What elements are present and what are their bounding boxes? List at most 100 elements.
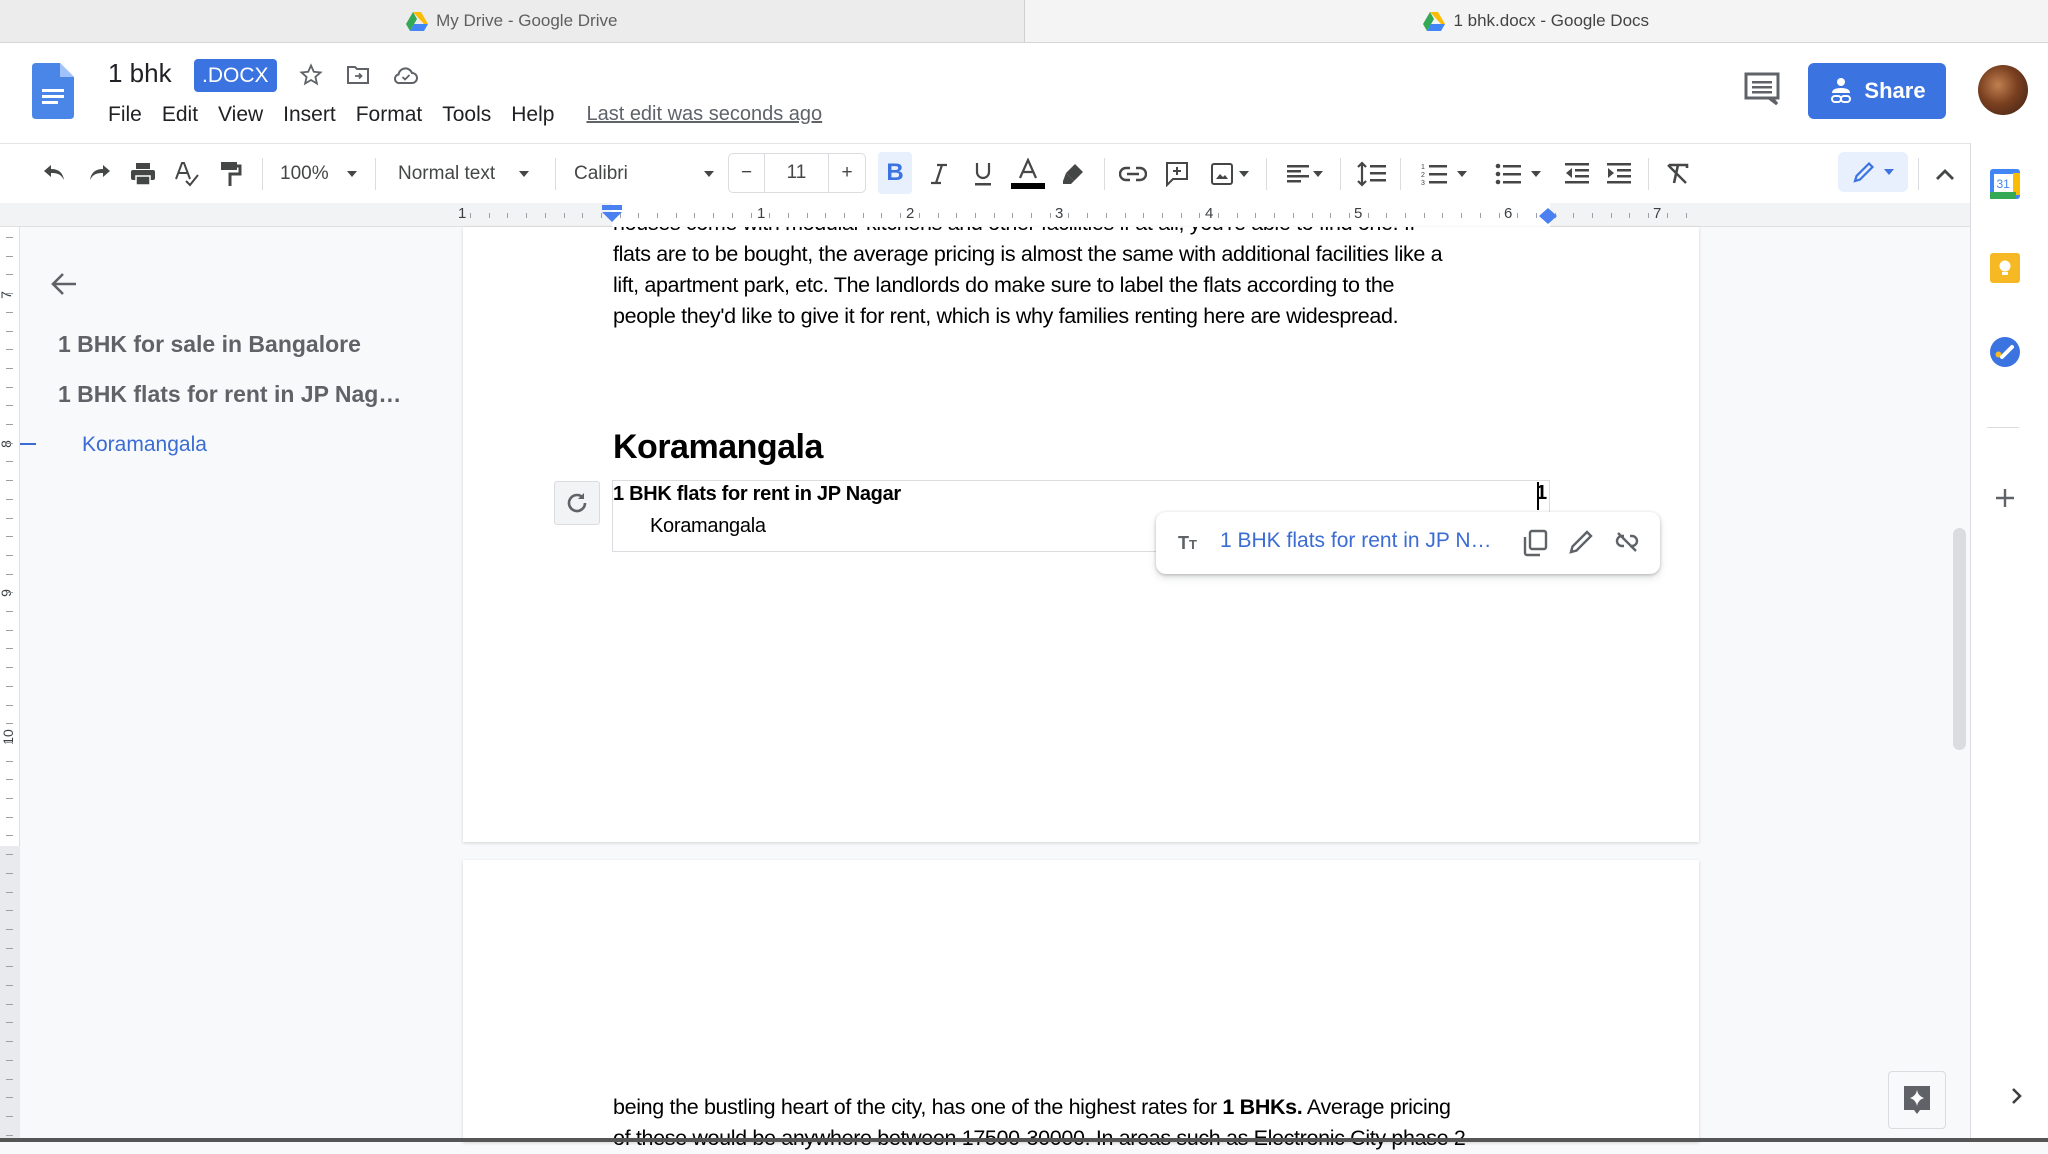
ruler-tick bbox=[1237, 213, 1238, 218]
vertical-scrollbar-thumb[interactable] bbox=[1953, 528, 1966, 750]
ruler-tick bbox=[919, 213, 920, 218]
vertical-ruler-tick bbox=[6, 349, 13, 350]
decrease-indent-icon bbox=[1565, 162, 1589, 186]
browser-tab-docs[interactable]: 1 bhk.docx - Google Docs bbox=[1024, 0, 2048, 42]
menu-file[interactable]: File bbox=[108, 103, 152, 127]
ruler-tick bbox=[1480, 213, 1481, 218]
undo-icon bbox=[42, 164, 68, 184]
heading-koramangala[interactable]: Koramangala bbox=[613, 428, 823, 467]
chevron-down-icon bbox=[1457, 171, 1467, 177]
remove-link-button[interactable] bbox=[1614, 529, 1642, 557]
ruler-tick bbox=[1442, 213, 1443, 218]
style-value: Normal text bbox=[398, 163, 495, 185]
outline-item-jp-nagar[interactable]: 1 BHK flats for rent in JP Nag… bbox=[58, 381, 401, 408]
text-run: being the bustling heart of the city, ha… bbox=[613, 1095, 1222, 1119]
browser-tab-drive[interactable]: My Drive - Google Drive bbox=[0, 0, 1024, 42]
star-icon[interactable] bbox=[297, 61, 325, 89]
decrease-font-size-button[interactable]: − bbox=[729, 154, 765, 192]
increase-indent-button[interactable] bbox=[1602, 158, 1636, 190]
left-indent-marker[interactable] bbox=[602, 205, 622, 223]
vertical-ruler-tick bbox=[6, 779, 13, 780]
google-docs-logo-icon[interactable] bbox=[32, 63, 74, 119]
account-avatar[interactable] bbox=[1978, 65, 2028, 115]
numbered-list-button[interactable]: 123 bbox=[1416, 158, 1472, 190]
paint-format-button[interactable] bbox=[214, 158, 248, 190]
chevron-up-icon bbox=[1935, 167, 1955, 181]
outline-item-sale-bangalore[interactable]: 1 BHK for sale in Bangalore bbox=[58, 331, 361, 358]
link-heading-text[interactable]: 1 BHK flats for rent in JP N… bbox=[1220, 529, 1492, 553]
vertical-ruler-tick bbox=[6, 518, 13, 519]
toc-entry-koramangala[interactable]: Koramangala bbox=[650, 515, 766, 538]
document-title[interactable]: 1 bhk bbox=[108, 58, 172, 89]
comment-history-button[interactable] bbox=[1742, 71, 1782, 107]
undo-button[interactable] bbox=[38, 158, 72, 190]
show-side-panel-button[interactable] bbox=[2004, 1084, 2028, 1108]
underline-button[interactable] bbox=[966, 158, 1000, 190]
get-addons-button[interactable] bbox=[1990, 483, 2022, 515]
bold-button[interactable]: B bbox=[878, 152, 912, 194]
insert-image-button[interactable] bbox=[1206, 158, 1254, 190]
decrease-indent-button[interactable] bbox=[1560, 158, 1594, 190]
cloud-saved-icon[interactable] bbox=[392, 61, 420, 89]
redo-icon bbox=[86, 164, 112, 184]
last-edit-link[interactable]: Last edit was seconds ago bbox=[586, 103, 822, 127]
add-comment-button[interactable] bbox=[1160, 158, 1194, 190]
toolbar-divider bbox=[1266, 158, 1267, 190]
calendar-app-button[interactable]: 31 bbox=[1990, 169, 2022, 201]
ruler-tick bbox=[881, 213, 882, 218]
right-indent-marker[interactable] bbox=[1538, 207, 1558, 225]
toc-entry-jp-nagar[interactable]: 1 BHK flats for rent in JP Nagar bbox=[613, 483, 901, 506]
tasks-app-button[interactable] bbox=[1990, 337, 2022, 369]
edit-link-button[interactable] bbox=[1568, 529, 1596, 557]
print-button[interactable] bbox=[126, 158, 160, 190]
menu-insert[interactable]: Insert bbox=[273, 103, 346, 127]
vertical-ruler-tick bbox=[6, 835, 13, 836]
body-paragraph[interactable]: being the bustling heart of the city, ha… bbox=[613, 1092, 1573, 1154]
align-button[interactable] bbox=[1282, 158, 1328, 190]
explore-button[interactable] bbox=[1888, 1071, 1946, 1129]
update-toc-button[interactable] bbox=[554, 481, 600, 525]
italic-button[interactable] bbox=[922, 158, 956, 190]
toolbar-divider bbox=[1918, 158, 1919, 190]
plus-icon bbox=[1990, 483, 2020, 513]
editing-mode-button[interactable] bbox=[1838, 152, 1908, 192]
menu-view[interactable]: View bbox=[208, 103, 273, 127]
bulleted-list-button[interactable] bbox=[1490, 158, 1546, 190]
move-to-folder-icon[interactable] bbox=[344, 61, 372, 89]
increase-font-size-button[interactable]: + bbox=[829, 154, 865, 192]
copy-link-button[interactable] bbox=[1522, 529, 1550, 557]
paragraph-style-select[interactable]: Normal text bbox=[398, 158, 538, 190]
keep-app-button[interactable] bbox=[1990, 253, 2022, 285]
hide-menus-button[interactable] bbox=[1928, 158, 1962, 190]
vertical-ruler-tick bbox=[6, 237, 13, 238]
insert-link-button[interactable] bbox=[1116, 158, 1150, 190]
font-family-select[interactable]: Calibri bbox=[574, 158, 714, 190]
side-panel: 31 bbox=[1970, 143, 2048, 1142]
line-spacing-button[interactable] bbox=[1354, 158, 1390, 190]
google-drive-icon bbox=[1423, 12, 1445, 31]
menu-help[interactable]: Help bbox=[501, 103, 564, 127]
menu-edit[interactable]: Edit bbox=[152, 103, 208, 127]
svg-text:1: 1 bbox=[1421, 164, 1425, 171]
highlight-color-button[interactable] bbox=[1056, 158, 1090, 190]
toolbar-divider bbox=[1400, 158, 1401, 190]
horizontal-ruler[interactable]: 1 1 2 3 4 5 6 7 bbox=[0, 203, 1970, 227]
menu-format[interactable]: Format bbox=[346, 103, 433, 127]
browser-tab-title: My Drive - Google Drive bbox=[436, 11, 617, 31]
redo-button[interactable] bbox=[82, 158, 116, 190]
arrow-left-icon bbox=[50, 270, 78, 298]
font-size-input[interactable]: 11 bbox=[765, 154, 829, 192]
text-color-button[interactable] bbox=[1010, 158, 1046, 190]
close-outline-button[interactable] bbox=[50, 270, 80, 300]
clear-formatting-button[interactable] bbox=[1660, 158, 1694, 190]
spellcheck-button[interactable] bbox=[170, 158, 204, 190]
link-icon bbox=[1119, 166, 1147, 182]
chevron-down-icon bbox=[1239, 171, 1249, 177]
zoom-select[interactable]: 100% bbox=[280, 158, 362, 190]
outline-item-koramangala[interactable]: Koramangala bbox=[82, 433, 207, 457]
ruler-tick bbox=[938, 213, 939, 218]
menu-tools[interactable]: Tools bbox=[432, 103, 501, 127]
body-paragraph[interactable]: houses come with modular kitchens and ot… bbox=[613, 227, 1573, 332]
share-button[interactable]: Share bbox=[1808, 63, 1946, 119]
add-comment-icon bbox=[1165, 161, 1189, 187]
